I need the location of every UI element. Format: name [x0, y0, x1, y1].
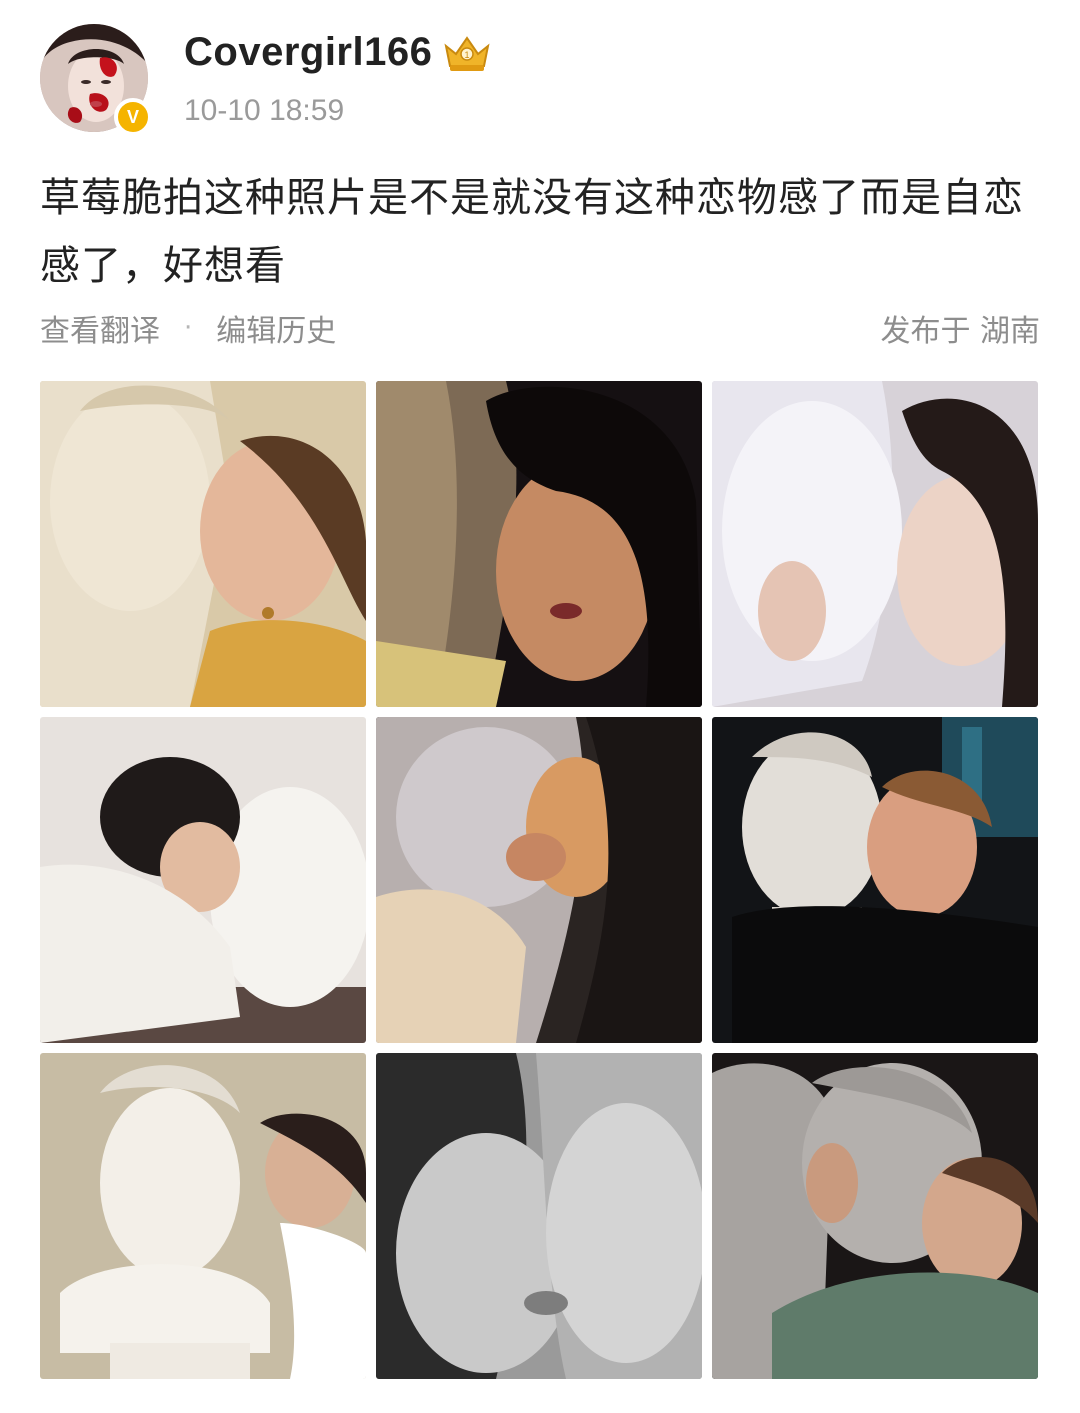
crown-badge-icon[interactable]: 1 — [442, 32, 492, 74]
photo-2[interactable] — [376, 381, 702, 707]
post-text: 草莓脆拍这种照片是不是就没有这种恋物感了而是自恋感了，好想看 — [40, 175, 1024, 289]
photo-grid — [40, 381, 1040, 1379]
svg-text:1: 1 — [464, 50, 469, 60]
photo-6[interactable] — [712, 717, 1038, 1043]
post-location: 发布于 湖南 — [880, 314, 1040, 349]
photo-3[interactable] — [712, 381, 1038, 707]
photo-7[interactable] — [40, 1053, 366, 1379]
photo-8[interactable] — [376, 1053, 702, 1379]
photo-4[interactable] — [40, 717, 366, 1043]
verified-v-icon: V — [114, 98, 152, 136]
photo-9[interactable] — [712, 1053, 1038, 1379]
username[interactable]: Covergirl166 — [184, 30, 432, 75]
photo-1[interactable] — [40, 381, 366, 707]
edit-history-link[interactable]: 编辑历史 — [216, 306, 336, 350]
meta-separator: · — [184, 313, 193, 343]
post-timestamp: 10-10 18:59 — [184, 94, 345, 127]
photo-5[interactable] — [376, 717, 702, 1043]
post-meta-row: 查看翻译 · 编辑历史 发布于 湖南 — [40, 306, 1040, 350]
post-header: V Covergirl166 1 10-10 18:59 — [40, 24, 1040, 136]
translate-link[interactable]: 查看翻译 — [40, 306, 160, 350]
